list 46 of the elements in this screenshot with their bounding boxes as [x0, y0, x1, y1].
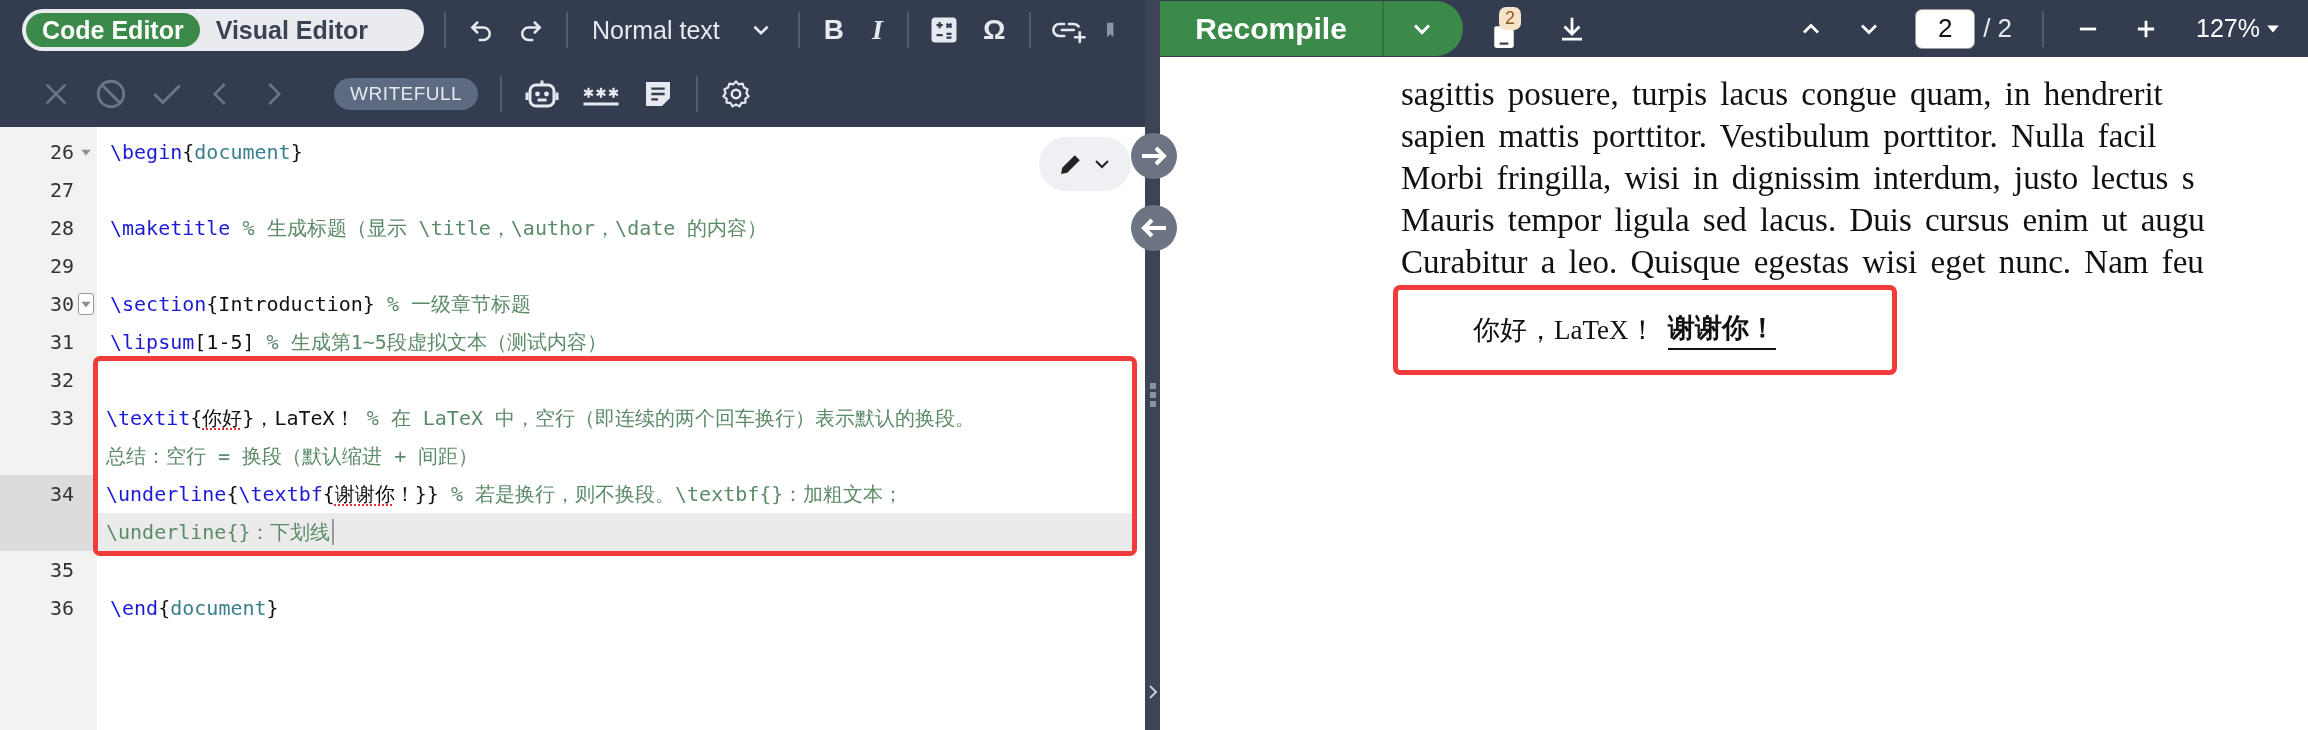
- arrow-left-icon[interactable]: [1131, 205, 1177, 251]
- code-line: \textit{你好}，LaTeX！ % 在 LaTeX 中，空行（即连续的两个回车换行）表示默认的换段。: [106, 404, 975, 432]
- code-line: \underline{}：下划线: [106, 518, 334, 546]
- symbol-button[interactable]: Ω: [978, 14, 1010, 46]
- drag-handle-icon[interactable]: [1150, 383, 1156, 407]
- recompile-button[interactable]: Recompile: [1160, 1, 1384, 56]
- line-number: 32: [48, 367, 74, 394]
- writefull-button[interactable]: WRITEFULL: [334, 77, 479, 110]
- line-number: 35: [48, 557, 74, 584]
- settings-icon[interactable]: [720, 77, 753, 110]
- code-line: 总结：空行 = 换段（默认缩进 + 间距）: [106, 442, 479, 470]
- pdf-bold-underlined-text: 谢谢你！: [1667, 310, 1776, 350]
- page-total: / 2: [1983, 13, 2013, 44]
- line-number: 30: [48, 291, 74, 318]
- pdf-text-line: Mauris tempor ligula sed lacus. Duis cursus enim ut augu: [1401, 201, 2206, 240]
- pdf-text-line: sapien mattis porttitor. Vestibulum porttitor. Nulla facil: [1401, 117, 2158, 156]
- pdf-text-line: sagittis posuere, turpis lacus congue quam, in hendrerit: [1401, 75, 2164, 114]
- log-count-badge: 2: [1499, 6, 1521, 30]
- code-line: \begin{document}: [110, 140, 303, 164]
- zoom-dropdown[interactable]: 127%: [2190, 13, 2286, 44]
- code-line: \maketitle % 生成标题（显示 \title，\author，\date 的内容）: [110, 214, 768, 242]
- pdf-text-line: Morbi fringilla, wisi in dignissim interdum, justo lectus s: [1401, 159, 2196, 198]
- pdf-text: 你好，LaTeX！: [1473, 314, 1656, 347]
- page-number-field[interactable]: 2: [1915, 8, 1976, 49]
- line-number: 31: [48, 329, 74, 356]
- pdf-text-line: Curabitur a leo. Quisque egestas wisi eget nunc. Nam feu: [1401, 243, 2205, 282]
- line-number: 36: [48, 595, 74, 622]
- line-number: 27: [48, 177, 74, 204]
- arrow-right-icon[interactable]: [1131, 133, 1177, 179]
- chevron-right-icon[interactable]: [1148, 684, 1158, 700]
- line-number: 26: [48, 139, 74, 166]
- code-line: \end{document}: [110, 596, 279, 620]
- fold-icon[interactable]: [77, 293, 94, 315]
- italic-button[interactable]: I: [868, 14, 887, 46]
- code-line: \section{Introduction} % 一级章节标题: [110, 290, 532, 318]
- line-number: 28: [48, 215, 74, 242]
- text-style-dropdown[interactable]: Normal text: [588, 15, 778, 45]
- line-number: 33: [48, 405, 74, 432]
- line-number: 29: [48, 253, 74, 280]
- editor-mode-tab[interactable]: Code Editor: [26, 13, 200, 47]
- bold-button[interactable]: B: [819, 14, 849, 46]
- editor-mode-tab[interactable]: Visual Editor: [199, 13, 385, 47]
- edit-mode-button[interactable]: [1039, 137, 1131, 191]
- line-number: 34: [48, 481, 74, 508]
- code-line: \underline{\textbf{谢谢你！}} % 若是换行，则不换段。\textbf{}：加粗文本；: [106, 480, 904, 508]
- code-line: \lipsum[1-5] % 生成第1~5段虚拟文本（测试内容）: [110, 328, 607, 356]
